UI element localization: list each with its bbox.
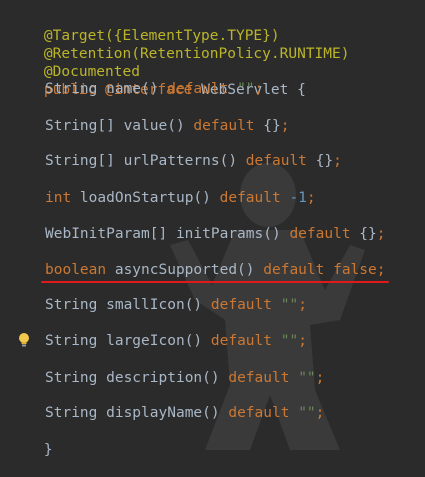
member-type: boolean [45, 262, 107, 278]
semicolon: ; [315, 405, 325, 421]
keyword-default: default [263, 262, 325, 278]
member-type: String [45, 333, 98, 349]
red-underline-highlight [41, 281, 389, 283]
member-signature: value() [114, 118, 194, 134]
code-line-2: @Retention(RetentionPolicy.RUNTIME) [9, 27, 350, 62]
keyword-default: default [210, 297, 272, 313]
semicolon: ; [306, 190, 316, 206]
code-line-4: public @interface WebServlet { [9, 63, 306, 98]
semicolon: ; [298, 333, 307, 349]
member-line: String[] urlPatterns() default {}; [9, 152, 342, 170]
semicolon: ; [376, 262, 386, 278]
closing-brace: } [43, 442, 53, 458]
member-line: String displayName() default ""; [9, 404, 324, 422]
keyword-default: default [210, 333, 272, 349]
default-value: false [333, 262, 377, 278]
semicolon: ; [280, 118, 290, 134]
semicolon: ; [376, 226, 386, 242]
default-value: "" [298, 370, 316, 386]
member-type: String [45, 405, 98, 421]
member-line: boolean asyncSupported() default false; [9, 261, 385, 279]
default-value: -1 [289, 190, 307, 206]
open-brace: { [288, 82, 306, 98]
member-line: String[] value() default {}; [9, 117, 289, 135]
member-type: String [45, 297, 98, 313]
member-line: int loadOnStartup() default -1; [9, 189, 316, 207]
member-line: WebInitParam[] initParams() default {}; [9, 225, 385, 243]
member-signature: urlPatterns() [114, 153, 246, 169]
member-type: String[] [45, 118, 115, 134]
code-line-1: @Target({ElementType.TYPE}) [9, 9, 280, 44]
member-type: String[] [45, 153, 115, 169]
member-line: String largeIcon() default ""; [9, 332, 307, 350]
semicolon: ; [333, 153, 342, 169]
member-type: int [45, 190, 72, 206]
member-signature: loadOnStartup() [71, 190, 220, 206]
semicolon: ; [254, 81, 264, 97]
member-signature: description() [97, 370, 229, 386]
member-line: String smallIcon() default ""; [9, 296, 307, 314]
keyword-default: default [193, 118, 255, 134]
member-type: String [45, 81, 98, 97]
member-line: String description() default ""; [9, 369, 324, 387]
default-value: {} [315, 153, 334, 169]
default-value: "" [298, 405, 316, 421]
keyword-default: default [167, 81, 229, 97]
member-signature: smallIcon() [97, 297, 211, 313]
code-line-closing: } [9, 423, 53, 458]
member-type: WebInitParam[] [45, 226, 168, 242]
code-line-3: @Documented [9, 45, 140, 80]
semicolon: ; [315, 370, 325, 386]
default-value: "" [280, 333, 299, 349]
default-value: {} [359, 226, 377, 242]
keyword-default: default [245, 153, 307, 169]
member-signature: initParams() [167, 226, 290, 242]
keyword-default: default [289, 226, 351, 242]
default-value: {} [263, 118, 281, 134]
keyword-default: default [228, 370, 290, 386]
default-value: "" [280, 297, 299, 313]
member-signature: name() [97, 81, 168, 97]
member-type: String [45, 370, 98, 386]
member-line: String name() default ""; [9, 80, 263, 98]
semicolon: ; [298, 297, 307, 313]
code-editor[interactable]: @Target({ElementType.TYPE}) @Retention(R… [0, 0, 425, 458]
keyword-default: default [228, 405, 290, 421]
member-signature: asyncSupported() [106, 262, 264, 278]
default-value: "" [237, 81, 255, 97]
lightbulb-icon[interactable] [18, 332, 30, 348]
member-signature: displayName() [97, 405, 229, 421]
keyword-default: default [219, 190, 281, 206]
member-signature: largeIcon() [97, 333, 211, 349]
